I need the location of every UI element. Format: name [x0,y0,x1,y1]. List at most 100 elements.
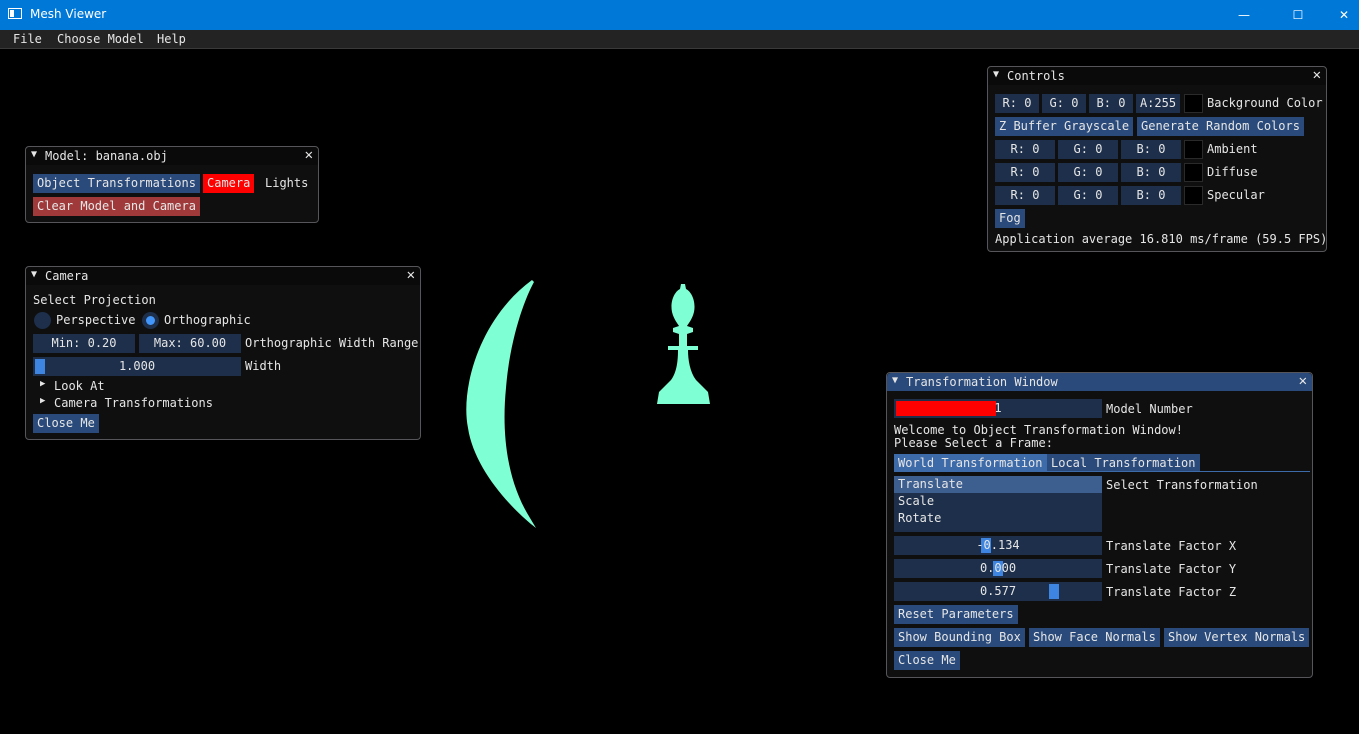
model-window-header[interactable]: ▼ Model: banana.obj ✕ [26,147,318,165]
transformation-window-title: Transformation Window [906,375,1058,389]
diffuse-red-field[interactable]: R: 0 [995,163,1055,182]
transformation-list[interactable]: Translate Scale Rotate [894,476,1102,532]
maximize-button[interactable]: ☐ [1275,0,1321,30]
controls-window-title: Controls [1007,69,1065,83]
welcome-text: Welcome to Object Transformation Window! [894,423,1183,437]
minimize-button[interactable]: — [1221,0,1267,30]
width-slider[interactable]: 1.000 [33,357,241,376]
close-me-button[interactable]: Close Me [33,414,99,433]
look-at-node[interactable]: Look At [54,379,105,393]
banana-mesh [466,280,536,528]
orthographic-radio[interactable] [142,312,159,329]
bg-alpha-field[interactable]: A:255 [1136,94,1180,113]
ambient-swatch[interactable] [1184,140,1203,159]
specular-green-field[interactable]: G: 0 [1058,186,1118,205]
specular-blue-field[interactable]: B: 0 [1121,186,1181,205]
model-number-value: 1 [994,401,1002,415]
translate-x-value: -0.134 [976,538,1020,552]
model-number-label: Model Number [1106,402,1193,416]
fps-text: Application average 16.810 ms/frame (59.… [995,232,1328,246]
show-vertex-normals-button[interactable]: Show Vertex Normals [1164,628,1310,647]
camera-window-header[interactable]: ▼ Camera ✕ [26,267,420,285]
ambient-blue-field[interactable]: B: 0 [1121,140,1181,159]
select-projection-label: Select Projection [33,293,156,307]
tree-arrow-icon[interactable]: ▶ [40,379,45,389]
close-button[interactable]: ✕ [1321,0,1359,30]
width-min-field[interactable]: Min: 0.20 [33,334,135,353]
collapse-triangle-icon[interactable]: ▼ [31,149,37,160]
menu-bar: File Choose Model Help [0,30,1359,49]
close-me-button[interactable]: Close Me [894,651,960,670]
object-transformations-button[interactable]: Object Transformations [33,174,200,193]
camera-transformations-node[interactable]: Camera Transformations [54,396,213,410]
width-range-label: Orthographic Width Range [245,336,419,350]
bg-color-swatch[interactable] [1184,94,1203,113]
window-title: Mesh Viewer [30,7,107,21]
camera-button[interactable]: Camera [203,174,255,193]
clear-model-camera-button[interactable]: Clear Model and Camera [33,197,200,216]
translate-y-value: 0.000 [979,561,1017,575]
translate-z-label: Translate Factor Z [1106,585,1237,599]
lights-button[interactable]: Lights [261,174,312,193]
translate-y-slider[interactable]: 0.000 [894,559,1102,578]
radio-selected-dot [146,316,155,325]
translate-x-slider[interactable]: -0.134 [894,536,1102,555]
zbuffer-grayscale-button[interactable]: Z Buffer Grayscale [995,117,1134,136]
collapse-triangle-icon[interactable]: ▼ [892,375,898,386]
width-max-field[interactable]: Max: 60.00 [139,334,241,353]
bishop-mesh [657,284,710,404]
orthographic-label: Orthographic [164,313,251,327]
menu-help[interactable]: Help [157,32,186,46]
diffuse-blue-field[interactable]: B: 0 [1121,163,1181,182]
translate-y-label: Translate Factor Y [1106,562,1237,576]
bg-red-field[interactable]: R: 0 [995,94,1039,113]
diffuse-label: Diffuse [1207,165,1258,179]
close-icon[interactable]: ✕ [305,147,313,163]
slider-grab[interactable] [896,401,996,416]
specular-label: Specular [1207,188,1265,202]
perspective-label: Perspective [56,313,136,327]
fog-button[interactable]: Fog [995,209,1025,228]
list-item-translate[interactable]: Translate [894,476,1102,493]
perspective-radio[interactable] [34,312,51,329]
translate-z-value: 0.577 [979,584,1017,598]
specular-swatch[interactable] [1184,186,1203,205]
close-icon[interactable]: ✕ [1299,373,1307,389]
random-colors-button[interactable]: Generate Random Colors [1137,117,1304,136]
tab-local-transformation[interactable]: Local Transformation [1047,454,1200,472]
controls-window: ▼ Controls ✕ R: 0 G: 0 B: 0 A:255 Backgr… [987,66,1327,252]
bg-color-label: Background Color [1207,96,1323,110]
collapse-triangle-icon[interactable]: ▼ [31,269,37,280]
close-icon[interactable]: ✕ [1313,67,1321,83]
translate-z-slider[interactable]: 0.577 [894,582,1102,601]
menu-choose-model[interactable]: Choose Model [57,32,144,46]
collapse-triangle-icon[interactable]: ▼ [993,69,999,80]
diffuse-green-field[interactable]: G: 0 [1058,163,1118,182]
ambient-green-field[interactable]: G: 0 [1058,140,1118,159]
model-window: ▼ Model: banana.obj ✕ Object Transformat… [25,146,319,223]
list-item-scale[interactable]: Scale [894,493,938,509]
title-bar: Mesh Viewer — ☐ ✕ [0,0,1359,30]
bg-blue-field[interactable]: B: 0 [1089,94,1133,113]
show-bounding-box-button[interactable]: Show Bounding Box [894,628,1025,647]
camera-window: ▼ Camera ✕ Select Projection Perspective… [25,266,421,440]
close-icon[interactable]: ✕ [407,267,415,283]
transformation-window-header[interactable]: ▼ Transformation Window ✕ [887,373,1312,391]
controls-window-header[interactable]: ▼ Controls ✕ [988,67,1326,85]
bg-green-field[interactable]: G: 0 [1042,94,1086,113]
tab-world-transformation[interactable]: World Transformation [894,454,1047,472]
model-window-title: Model: banana.obj [45,149,168,163]
slider-grab[interactable] [1049,584,1059,599]
model-number-slider[interactable]: 1 [894,399,1102,418]
diffuse-swatch[interactable] [1184,163,1203,182]
ambient-red-field[interactable]: R: 0 [995,140,1055,159]
transformation-window: ▼ Transformation Window ✕ 1 Model Number… [886,372,1313,678]
slider-grab[interactable] [35,359,45,374]
tree-arrow-icon[interactable]: ▶ [40,396,45,406]
app-icon [8,8,22,19]
specular-red-field[interactable]: R: 0 [995,186,1055,205]
menu-file[interactable]: File [13,32,42,46]
list-item-rotate[interactable]: Rotate [894,510,945,526]
reset-parameters-button[interactable]: Reset Parameters [894,605,1018,624]
show-face-normals-button[interactable]: Show Face Normals [1029,628,1160,647]
